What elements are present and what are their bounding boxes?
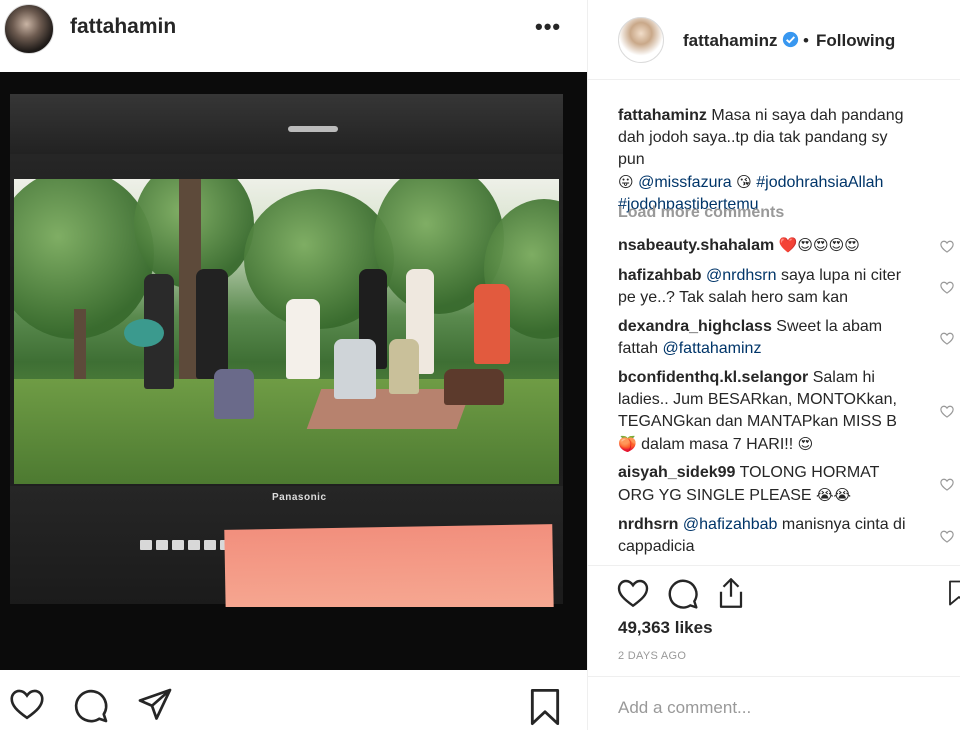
more-icon[interactable]: •••	[535, 14, 561, 40]
sidebar-header: fattahaminz • Following	[588, 0, 960, 80]
avatar[interactable]	[4, 4, 54, 54]
comment-icon[interactable]	[667, 578, 699, 610]
bookmark-icon[interactable]	[948, 578, 960, 608]
comment-username[interactable]: nrdhsrn	[618, 516, 678, 533]
separator: •	[803, 31, 809, 50]
heart-icon[interactable]	[940, 240, 954, 253]
load-more-comments-button[interactable]: Load more comments	[618, 204, 784, 222]
post-caption: fattahaminz Masa ni saya dah pandang dah…	[618, 105, 918, 216]
emoji: ❤️😍😍😍😍	[778, 236, 860, 254]
heart-icon[interactable]	[9, 688, 45, 720]
emoji: 😛	[618, 173, 634, 191]
comment-username[interactable]: hafizahbab	[618, 267, 702, 284]
emoji: 😭😭	[816, 486, 852, 504]
heart-icon[interactable]	[940, 332, 954, 345]
emoji: 🍑	[618, 435, 637, 453]
post-photo[interactable]: Panasonic	[0, 72, 587, 670]
comments-list: fattahaminz Masa ni saya dah pandang dah…	[588, 81, 960, 565]
comment-item: nrdhsrn @hafizahbab manisnya cinta di ca…	[618, 514, 918, 558]
comment-item: aisyah_sidek99 TOLONG HORMAT ORG YG SING…	[618, 462, 918, 507]
comment-item: hafizahbab @nrdhsrn saya lupa ni citer p…	[618, 265, 918, 309]
mention-link[interactable]: @nrdhsrn	[706, 267, 777, 284]
comment-icon[interactable]	[73, 688, 109, 724]
post-action-bar	[0, 670, 587, 730]
mention-link[interactable]: @missfazura	[638, 174, 732, 191]
heart-icon[interactable]	[940, 405, 954, 418]
sidebar-username[interactable]: fattahaminz	[683, 31, 777, 51]
caption-username[interactable]: fattahaminz	[618, 107, 707, 124]
avatar[interactable]	[618, 17, 664, 63]
comment-username[interactable]: aisyah_sidek99	[618, 464, 735, 481]
sidebar-action-bar	[588, 565, 960, 620]
comment-item: nsabeauty.shahalam ❤️😍😍😍😍	[618, 234, 918, 257]
post-image-column: fattahamin ••• Panasonic	[0, 0, 587, 730]
add-comment-bar	[588, 676, 960, 730]
heart-icon[interactable]	[617, 578, 649, 608]
heart-icon[interactable]	[940, 281, 954, 294]
post-header: fattahamin •••	[0, 0, 587, 58]
monitor-brand: Panasonic	[272, 492, 327, 503]
emoji: 😘	[736, 173, 752, 191]
share-icon[interactable]	[136, 687, 174, 723]
heart-icon[interactable]	[940, 530, 954, 543]
verified-icon	[782, 31, 799, 48]
comment-username[interactable]: dexandra_highclass	[618, 318, 772, 335]
post-username[interactable]: fattahamin	[70, 15, 176, 39]
comment-item: dexandra_highclass Sweet la abam fattah …	[618, 316, 918, 360]
bookmark-icon[interactable]	[528, 688, 562, 726]
mention-link[interactable]: @hafizahbab	[683, 516, 778, 533]
emoji: 😍	[797, 435, 814, 453]
pink-paper	[224, 524, 554, 615]
comment-username[interactable]: nsabeauty.shahalam	[618, 237, 774, 254]
likes-count[interactable]: 49,363 likes	[618, 618, 713, 638]
heart-icon[interactable]	[940, 478, 954, 491]
comment-text: dalam masa 7 HARI!!	[641, 436, 794, 453]
post-timestamp[interactable]: 2 DAYS AGO	[618, 650, 686, 662]
add-comment-input[interactable]	[618, 698, 918, 718]
mention-link[interactable]: @fattahaminz	[662, 340, 761, 357]
post-sidebar: fattahaminz • Following fattahaminz Masa…	[587, 0, 960, 730]
share-icon[interactable]	[716, 576, 746, 610]
following-button[interactable]: Following	[816, 31, 895, 51]
comment-item: bconfidenthq.kl.selangor Salam hi ladies…	[618, 367, 918, 456]
hashtag-link[interactable]: #jodohrahsiaAllah	[756, 174, 883, 191]
monitor-screen	[14, 179, 559, 484]
comment-username[interactable]: bconfidenthq.kl.selangor	[618, 369, 808, 386]
